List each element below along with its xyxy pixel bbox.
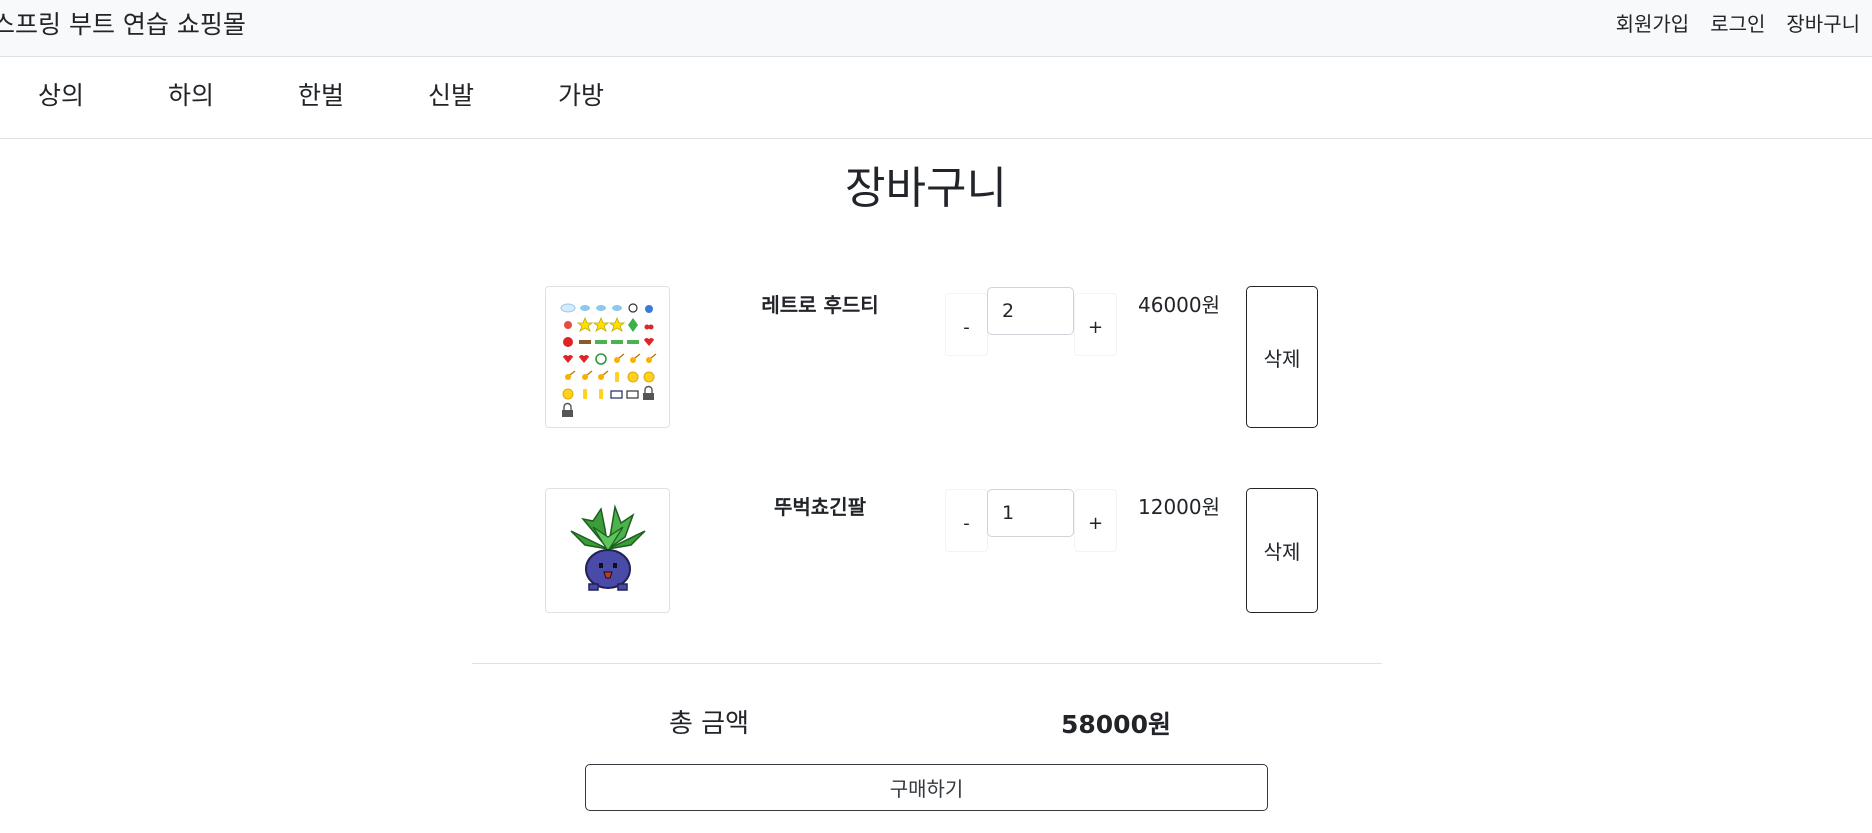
category-shoes[interactable]: 신발 — [428, 76, 474, 112]
category-nav: 상의 하의 한벌 신발 가방 — [0, 57, 1872, 139]
quantity-input[interactable] — [987, 489, 1074, 537]
top-navbar: 스프링 부트 연습 쇼핑몰 회원가입 로그인 장바구니 — [0, 0, 1872, 57]
quantity-increase-button[interactable]: + — [1074, 489, 1117, 552]
product-name: 레트로 후드티 — [761, 293, 879, 317]
total-label: 총 금액 — [669, 709, 750, 739]
login-link[interactable]: 로그인 — [1710, 8, 1765, 37]
delete-item-button[interactable]: 삭제 — [1246, 286, 1318, 428]
item-price: 12000원 — [1138, 495, 1221, 519]
product-thumbnail[interactable] — [545, 286, 670, 428]
category-bottoms[interactable]: 하의 — [168, 76, 214, 112]
product-thumbnail[interactable] — [545, 488, 670, 613]
pixel-oddish-plant-character-icon — [569, 503, 646, 591]
divider — [472, 663, 1382, 664]
item-price: 46000원 — [1138, 293, 1221, 317]
cart-link[interactable]: 장바구니 — [1786, 8, 1860, 37]
quantity-decrease-button[interactable]: - — [945, 293, 988, 356]
product-name: 뚜벅쵸긴팔 — [774, 495, 866, 519]
page-title: 장바구니 — [845, 163, 1007, 214]
category-bags[interactable]: 가방 — [558, 76, 604, 112]
delete-item-button[interactable]: 삭제 — [1246, 488, 1318, 613]
category-tops[interactable]: 상의 — [38, 76, 84, 112]
purchase-button[interactable]: 구매하기 — [585, 764, 1268, 811]
top-nav-links: 회원가입 로그인 장바구니 — [1616, 8, 1860, 37]
category-sets[interactable]: 한벌 — [298, 76, 344, 112]
quantity-input[interactable] — [987, 287, 1074, 335]
pixel-item-sprite-sheet-icon — [560, 303, 656, 417]
total-value: 58000원 — [1061, 710, 1171, 739]
brand-logo-link[interactable]: 스프링 부트 연습 쇼핑몰 — [0, 5, 246, 41]
signup-link[interactable]: 회원가입 — [1616, 8, 1690, 37]
quantity-decrease-button[interactable]: - — [945, 489, 988, 552]
quantity-increase-button[interactable]: + — [1074, 293, 1117, 356]
